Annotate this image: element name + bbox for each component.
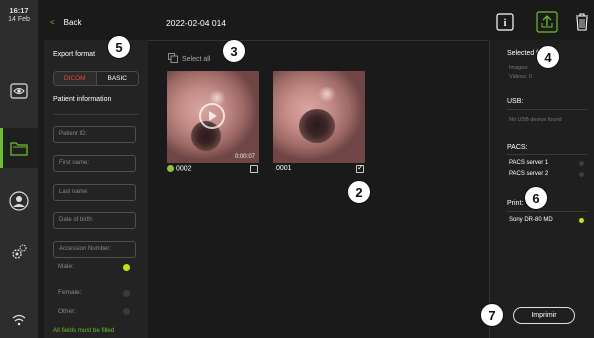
- gender-female-radio[interactable]: [123, 290, 130, 297]
- back-button[interactable]: < Back: [50, 18, 81, 27]
- app-window: { "clock": { "time": "16:17", "date": "1…: [0, 0, 594, 338]
- last-name-field[interactable]: Last name:: [53, 184, 136, 201]
- delete-trash-icon[interactable]: [573, 10, 591, 34]
- pacs-server-2[interactable]: PACS server 2: [509, 171, 548, 177]
- pacs-heading: PACS:: [507, 144, 528, 151]
- required-fields-note: All fields must be filled: [53, 327, 115, 334]
- pacs-server-1[interactable]: PACS server 1: [509, 160, 548, 166]
- thumbnail-label: 0002: [167, 165, 192, 172]
- settings-gear-icon[interactable]: [8, 241, 30, 263]
- gender-other-label: Other:: [58, 308, 77, 315]
- clock-date: 14 Feb: [8, 16, 30, 23]
- patient-id-field[interactable]: Patient ID:: [53, 126, 136, 143]
- archive-folder-icon[interactable]: [8, 137, 30, 159]
- header-divider: [148, 40, 488, 41]
- video-status-dot: [167, 165, 174, 172]
- print-heading: Print:: [507, 200, 524, 207]
- usb-status: No USB device found: [509, 117, 562, 123]
- divider: [53, 114, 139, 115]
- patient-info-heading: Patient information: [53, 96, 112, 103]
- clock: 16:17 14 Feb: [0, 6, 38, 24]
- chevron-left-icon: <: [50, 18, 55, 27]
- export-format-heading: Export format: [53, 51, 96, 58]
- wifi-icon: [8, 309, 30, 331]
- image-lumen: [299, 109, 335, 143]
- gender-male-label: Male:: [58, 263, 74, 270]
- format-dicom-button[interactable]: DICOM: [54, 72, 97, 85]
- callout-5: 5: [107, 35, 131, 59]
- video-duration: 0:00:07: [234, 154, 255, 160]
- divider: [507, 211, 587, 212]
- export-panel: Export format DICOM BASIC Patient inform…: [44, 40, 148, 338]
- callout-3: 3: [222, 39, 246, 63]
- callout-2: 2: [347, 180, 371, 204]
- divider: [507, 109, 587, 110]
- image-highlight: [317, 87, 337, 101]
- pacs-server-2-status: [579, 172, 584, 177]
- print-button[interactable]: Imprimir: [513, 307, 575, 324]
- printer-status: [579, 218, 584, 223]
- gender-male-radio[interactable]: [123, 264, 130, 271]
- callout-4: 4: [536, 45, 560, 69]
- export-format-toggle: DICOM BASIC: [53, 71, 139, 86]
- left-rail: 16:17 14 Feb: [0, 0, 38, 338]
- thumbnail-checkbox[interactable]: [250, 165, 258, 173]
- date-of-birth-field[interactable]: Date of birth:: [53, 212, 136, 229]
- gender-female-label: Female:: [58, 289, 82, 296]
- folder-title: 2022-02-04 014: [166, 18, 227, 28]
- live-view-icon[interactable]: [8, 80, 30, 102]
- thumbnail-checkbox[interactable]: [356, 163, 364, 173]
- export-upload-button[interactable]: [533, 10, 561, 34]
- videos-count: Videos: 0: [509, 74, 532, 80]
- callout-6: 6: [524, 186, 548, 210]
- thumbnail-label: 0001: [276, 165, 292, 172]
- play-icon[interactable]: [199, 103, 225, 129]
- format-basic-button[interactable]: BASIC: [97, 72, 139, 85]
- select-all-label: Select all: [182, 55, 211, 63]
- clock-time: 16:17: [9, 6, 29, 15]
- select-all-icon: [168, 53, 178, 65]
- back-label: Back: [63, 18, 82, 27]
- pacs-server-1-status: [579, 161, 584, 166]
- divider: [507, 154, 587, 155]
- thumbnail-name: 0002: [176, 165, 192, 173]
- first-name-field[interactable]: First name:: [53, 155, 136, 172]
- thumbnail-0002[interactable]: 0:00:07: [167, 71, 259, 163]
- accession-number-field[interactable]: Accession Number:: [53, 241, 136, 258]
- info-button[interactable]: i: [493, 10, 517, 34]
- usb-heading: USB:: [507, 98, 524, 105]
- patient-icon[interactable]: [8, 190, 30, 212]
- thumbnail-0001[interactable]: [273, 71, 365, 163]
- images-count: Images:: [509, 65, 529, 71]
- printer-sony-dr80md[interactable]: Sony DR-80 MD: [509, 217, 553, 223]
- select-all-button[interactable]: Select all: [168, 53, 210, 65]
- svg-text:i: i: [504, 18, 507, 29]
- gender-other-radio[interactable]: [123, 308, 130, 315]
- callout-7: 7: [480, 303, 504, 327]
